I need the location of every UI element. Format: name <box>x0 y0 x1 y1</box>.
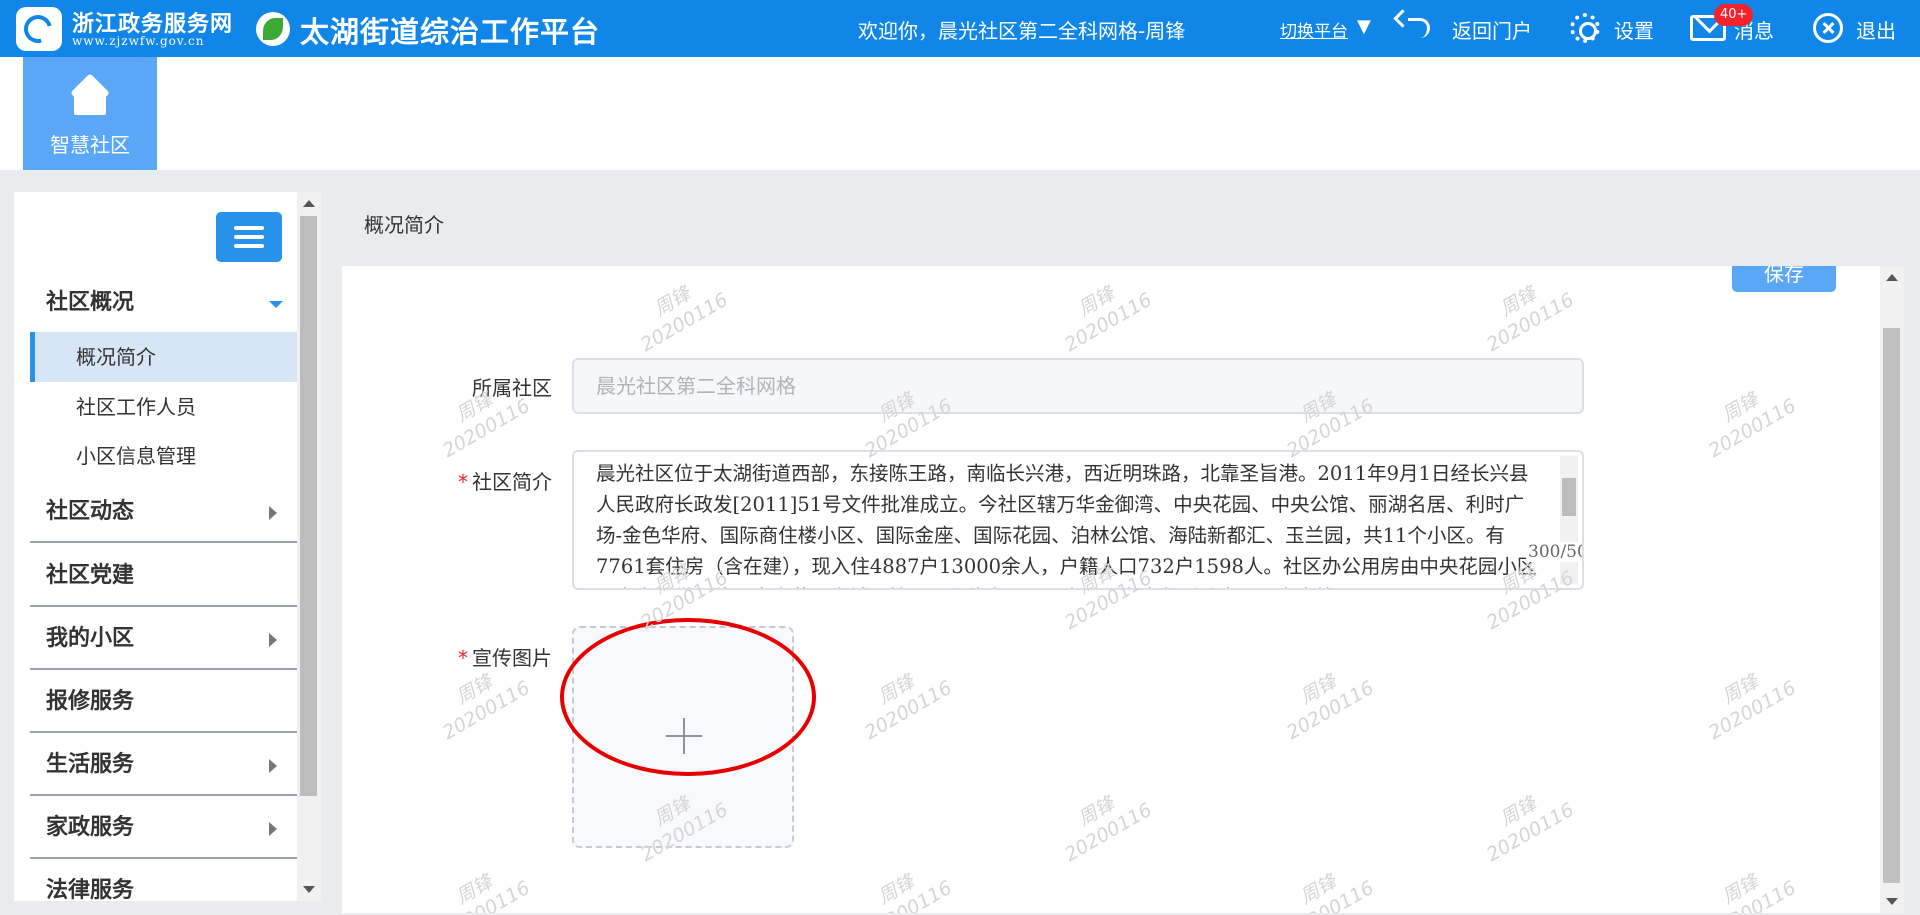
intro-text[interactable]: 晨光社区位于太湖街道西部，东接陈王路，南临长兴港，西近明珠路，北靠圣旨港。201… <box>596 458 1541 588</box>
scroll-up-icon[interactable] <box>303 200 315 207</box>
sidebar-group-community-overview[interactable]: 社区概况 <box>30 272 297 334</box>
return-portal-link[interactable]: 返回门户 <box>1452 15 1532 44</box>
sidebar-group-repair-service[interactable]: 报修服务 <box>30 671 297 733</box>
watermark-text: 周锋 20200116 <box>1282 670 1378 745</box>
sidebar-item-estate-info[interactable]: 小区信息管理 <box>30 431 297 481</box>
intro-textarea[interactable]: 晨光社区位于太湖街道西部，东接陈王路，南临长兴港，西近明珠路，北靠圣旨港。201… <box>572 450 1584 590</box>
welcome-text: 欢迎你，晨光社区第二全科网格-周锋 <box>858 19 1186 43</box>
scroll-down-icon[interactable] <box>303 886 315 893</box>
gear-icon[interactable] <box>1570 13 1600 43</box>
watermark-text: 周锋 20200116 <box>636 282 732 357</box>
scrollbar-thumb[interactable] <box>1562 478 1576 516</box>
caret-right-icon <box>269 506 277 520</box>
sidebar-group-party-building[interactable]: 社区党建 <box>30 545 297 607</box>
menu-toggle-button[interactable] <box>216 212 282 262</box>
app-tile-label: 智慧社区 <box>50 133 130 157</box>
intro-label: * 社区简介 <box>458 470 552 494</box>
watermark-text: 周锋 20200116 <box>1704 670 1800 745</box>
sidebar-group-legal-service[interactable]: 法律服务 <box>30 860 297 901</box>
watermark-text: 周锋 20200116 <box>860 870 956 913</box>
watermark-text: 周锋 20200116 <box>1704 870 1800 913</box>
sidebar-item-community-staff[interactable]: 社区工作人员 <box>30 382 297 432</box>
sidebar: 社区概况 概况简介 社区工作人员 小区信息管理 社区动态 社区党建 我的小区 报… <box>14 192 321 901</box>
close-circle-icon[interactable] <box>1813 13 1843 43</box>
highlight-ellipse <box>560 618 816 776</box>
logout-link[interactable]: 退出 <box>1856 15 1896 44</box>
caret-right-icon <box>269 822 277 836</box>
scroll-up-icon[interactable] <box>1886 274 1898 281</box>
sidebar-group-life-service[interactable]: 生活服务 <box>30 734 297 796</box>
sidebar-item-overview-intro[interactable]: 概况简介 <box>30 332 297 382</box>
breadcrumb: 概况简介 <box>364 213 444 237</box>
watermark-text: 周锋 20200116 <box>860 670 956 745</box>
watermark-text: 周锋 20200116 <box>1282 870 1378 913</box>
caret-right-icon <box>269 759 277 773</box>
platform-title: 太湖街道综治工作平台 <box>300 15 601 49</box>
watermark-text: 周锋 20200116 <box>1060 792 1156 867</box>
watermark-text: 周锋 20200116 <box>438 870 534 913</box>
sidebar-group-community-news[interactable]: 社区动态 <box>30 481 297 543</box>
scroll-down-icon[interactable] <box>1886 898 1898 905</box>
community-label: 所属社区 <box>472 376 552 400</box>
switch-platform-link[interactable]: 切换平台 <box>1280 17 1348 42</box>
caret-down-icon[interactable]: ▼ <box>1357 16 1371 37</box>
watermark-text: 周锋 20200116 <box>1482 282 1578 357</box>
form-panel: 保存 所属社区 晨光社区第二全科网格 * 社区简介 晨光社区位于太湖街道西部，东接… <box>342 266 1884 913</box>
gov-logo-icon <box>16 7 62 51</box>
app-tile-smart-community[interactable]: 智慧社区 <box>23 57 157 170</box>
scrollbar-thumb[interactable] <box>300 216 317 796</box>
caret-down-icon <box>269 301 283 308</box>
textarea-scrollbar[interactable] <box>1560 456 1578 584</box>
leaf-logo-icon <box>256 12 290 46</box>
hamburger-icon <box>234 226 264 230</box>
settings-link[interactable]: 设置 <box>1614 15 1654 44</box>
house-heart-icon <box>70 81 110 115</box>
watermark-text: 周锋 20200116 <box>1482 792 1578 867</box>
sidebar-scrollbar[interactable] <box>297 192 321 901</box>
sidebar-group-housekeeping[interactable]: 家政服务 <box>30 797 297 859</box>
image-label: * 宣传图片 <box>458 646 552 670</box>
return-icon[interactable] <box>1408 18 1430 38</box>
messages-count-badge: 40+ <box>1714 4 1754 26</box>
save-button[interactable]: 保存 <box>1732 266 1836 292</box>
top-bar: 浙江政务服务网 www.zjzwfw.gov.cn 太湖街道综治工作平台 欢迎你… <box>0 0 1920 57</box>
char-counter: 300/500 <box>1526 542 1582 562</box>
content-scrollbar[interactable] <box>1880 266 1904 913</box>
watermark-text: 周锋 20200116 <box>1704 388 1800 463</box>
community-field[interactable]: 晨光社区第二全科网格 <box>572 358 1584 414</box>
sidebar-group-my-estate[interactable]: 我的小区 <box>30 608 297 670</box>
gov-url: www.zjzwfw.gov.cn <box>72 34 205 48</box>
watermark-text: 周锋 20200116 <box>1060 282 1156 357</box>
app-bar: 智慧社区 <box>0 57 1920 170</box>
scrollbar-thumb[interactable] <box>1883 328 1900 883</box>
caret-right-icon <box>269 633 277 647</box>
